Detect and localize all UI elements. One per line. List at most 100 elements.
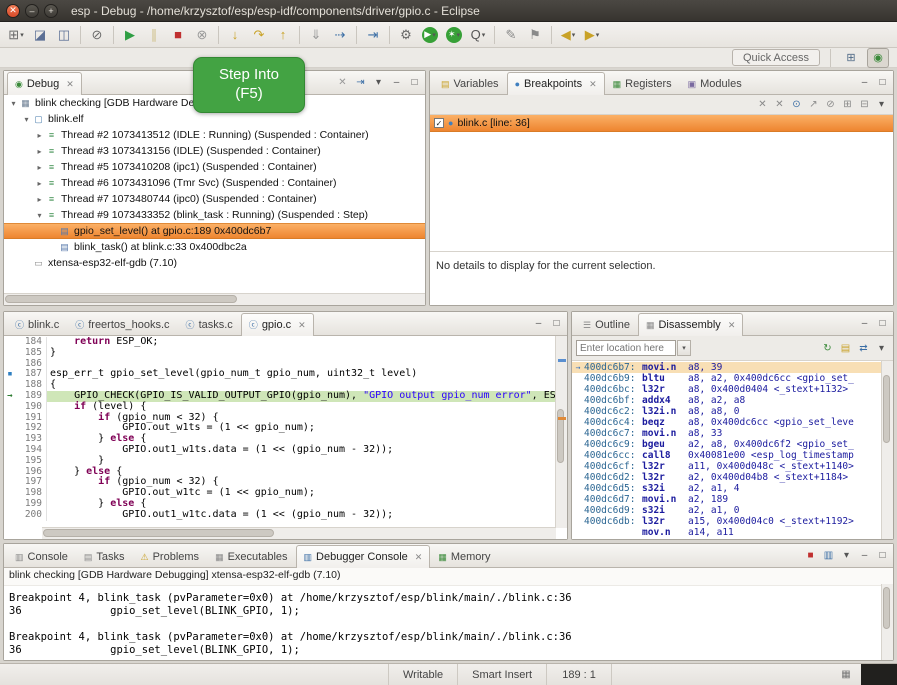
scrollbar-thumb[interactable] xyxy=(43,529,274,537)
open-task-icon[interactable]: ✎ xyxy=(500,24,522,46)
code-editor[interactable]: 184 return ESP_OK;185}186▪187esp_err_t g… xyxy=(4,336,567,539)
step-return-icon[interactable]: ↑ xyxy=(272,24,294,46)
use-step-filters-icon[interactable]: ⇥ xyxy=(362,24,384,46)
debug-tree-item[interactable]: ▭xtensa-esp32-elf-gdb (7.10) xyxy=(4,255,425,271)
debug-tree-item[interactable]: ▤blink_task() at blink.c:33 0x400dbc2a xyxy=(4,239,425,255)
view-menu-icon[interactable]: ▾ xyxy=(371,74,386,90)
expander-collapsed-icon[interactable]: ▸ xyxy=(34,163,45,172)
minimize-panel-icon[interactable]: – xyxy=(857,315,872,331)
disassembly-line[interactable]: 400dc6d5:s32ia2, a1, 4 xyxy=(572,483,882,494)
editor-vertical-scrollbar[interactable] xyxy=(555,336,567,528)
debug-tree-item[interactable]: ▸≡Thread #6 1073431096 (Tmr Svc) (Suspen… xyxy=(4,175,425,191)
disassembly-line[interactable]: 400dc6d9:s32ia2, a1, 0 xyxy=(572,505,882,516)
debug-horizontal-scrollbar[interactable] xyxy=(4,293,425,305)
step-into-icon[interactable]: ↓ xyxy=(224,24,246,46)
go-to-file-for-breakpoint-icon[interactable]: ↗ xyxy=(806,97,821,113)
disconnect-icon[interactable]: ⊗ xyxy=(191,24,213,46)
tab-registers[interactable]: ▦ Registers xyxy=(605,73,680,94)
view-menu-icon[interactable]: ▾ xyxy=(874,97,889,113)
resume-icon[interactable]: ▶ xyxy=(119,24,141,46)
tab-debug[interactable]: ◉ Debug ✕ xyxy=(7,72,82,95)
maximize-panel-icon[interactable]: □ xyxy=(875,547,890,563)
maximize-panel-icon[interactable]: □ xyxy=(875,74,890,90)
tab-disassembly[interactable]: ▦ Disassembly ✕ xyxy=(638,313,743,336)
expander-collapsed-icon[interactable]: ▸ xyxy=(34,147,45,156)
debug-perspective-button[interactable]: ◉ xyxy=(867,48,889,68)
overview-marker-annotation[interactable] xyxy=(558,359,566,362)
expander-collapsed-icon[interactable]: ▸ xyxy=(34,195,45,204)
maximize-panel-icon[interactable]: □ xyxy=(407,74,422,90)
show-breakpoints-for-selection-icon[interactable]: ⊙ xyxy=(789,97,804,113)
search-icon[interactable]: Q▾ xyxy=(467,24,489,46)
window-minimize-button[interactable]: – xyxy=(25,4,39,18)
save-icon[interactable]: ◪ xyxy=(29,24,51,46)
open-perspective-icon[interactable]: ⊞ xyxy=(841,49,861,67)
debug-tree-item[interactable]: ▸≡Thread #5 1073410208 (ipc1) (Suspended… xyxy=(4,159,425,175)
tab-outline[interactable]: ☰ Outline xyxy=(575,314,638,335)
tab-executables[interactable]: ▦ Executables xyxy=(207,546,295,567)
maximize-panel-icon[interactable]: □ xyxy=(549,315,564,331)
debug-tree-item[interactable]: ▸≡Thread #3 1073413156 (IDLE) (Suspended… xyxy=(4,143,425,159)
debug-tree-item[interactable]: ▸≡Thread #2 1073413512 (IDLE : Running) … xyxy=(4,127,425,143)
tab-tasks-c[interactable]: ⓒ tasks.c xyxy=(178,314,241,335)
tab-gpio-c[interactable]: ⓒ gpio.c ✕ xyxy=(241,313,314,336)
disassembly-line[interactable]: mov.na14, a11 xyxy=(572,527,882,538)
disassembly-line[interactable]: 400dc6d2:l32ra2, 0x400d04b8 <_stext+1184… xyxy=(572,472,882,483)
scrollbar-thumb[interactable] xyxy=(883,587,890,629)
overview-marker-current-line[interactable] xyxy=(558,417,566,420)
breakpoint-checkbox[interactable]: ✓ xyxy=(434,118,444,128)
location-dropdown-icon[interactable]: ▾ xyxy=(677,340,691,356)
terminate-icon[interactable]: ■ xyxy=(167,24,189,46)
debug-tree-item[interactable]: ▸≡Thread #7 1073480744 (ipc0) (Suspended… xyxy=(4,191,425,207)
code-line[interactable]: 185} xyxy=(4,348,556,359)
remove-terminated-icon[interactable]: ✕ xyxy=(335,74,350,90)
tab-memory[interactable]: ▦ Memory xyxy=(430,546,498,567)
quick-access-button[interactable]: Quick Access xyxy=(732,49,820,66)
run-icon[interactable]: ▶▾ xyxy=(422,27,438,43)
disassembly-line[interactable]: 400dc6c2:l32i.na8, a8, 0 xyxy=(572,406,882,417)
view-menu-icon[interactable]: ▾ xyxy=(874,340,889,356)
open-console-dropdown-icon[interactable]: ▾ xyxy=(839,547,854,563)
expander-expanded-icon[interactable]: ▾ xyxy=(34,211,45,220)
tab-variables[interactable]: ▤ Variables xyxy=(433,73,507,94)
expander-collapsed-icon[interactable]: ▸ xyxy=(34,131,45,140)
close-tab-icon[interactable]: ✕ xyxy=(415,552,423,563)
debug-icon[interactable]: ✶▾ xyxy=(446,27,462,43)
minimize-panel-icon[interactable]: – xyxy=(857,74,872,90)
expand-all-icon[interactable]: ⊞ xyxy=(840,97,855,113)
minimize-panel-icon[interactable]: – xyxy=(857,547,872,563)
instruction-stepping-icon[interactable]: ⇢ xyxy=(329,24,351,46)
close-tab-icon[interactable]: ✕ xyxy=(298,320,306,331)
settings-icon[interactable]: ⚙ xyxy=(395,24,417,46)
suspend-icon[interactable]: ∥ xyxy=(143,24,165,46)
tab-problems[interactable]: ⚠ Problems xyxy=(133,546,208,567)
forward-icon[interactable]: ▶▾ xyxy=(581,24,603,46)
remove-all-breakpoints-icon[interactable]: ✕ xyxy=(772,97,787,113)
console-vertical-scrollbar[interactable] xyxy=(881,584,893,660)
step-filters-icon[interactable]: ⇥ xyxy=(353,74,368,90)
disassembly-line[interactable]: 400dc6c4:beqza8, 0x400dc6cc <gpio_set_le… xyxy=(572,417,882,428)
code-line[interactable]: 200 GPIO.out1_w1tc.data = (1 << (gpio_nu… xyxy=(4,510,556,521)
display-selected-console-icon[interactable]: ▥ xyxy=(821,547,836,563)
disassembly-vertical-scrollbar[interactable] xyxy=(881,361,893,539)
tab-breakpoints[interactable]: ● Breakpoints ✕ xyxy=(507,72,605,95)
disassembly-line[interactable]: 400dc6db:l32ra15, 0x400d04c0 <_stext+119… xyxy=(572,516,882,527)
close-tab-icon[interactable]: ✕ xyxy=(66,79,74,90)
step-over-icon[interactable]: ↷ xyxy=(248,24,270,46)
disassembly-line[interactable]: →400dc6b7:movi.na8, 39 xyxy=(572,362,882,373)
disassembly-line[interactable]: 400dc6bc:l32ra8, 0x400d0404 <_stext+1132… xyxy=(572,384,882,395)
editor-horizontal-scrollbar[interactable] xyxy=(42,527,556,539)
tab-blink-c[interactable]: ⓒ blink.c xyxy=(7,314,67,335)
tab-debugger-console[interactable]: ▥ Debugger Console ✕ xyxy=(296,545,431,568)
skip-all-breakpoints-icon[interactable]: ⊘ xyxy=(823,97,838,113)
new-wizard-icon[interactable]: ⊞▾ xyxy=(5,24,27,46)
debug-tree-item[interactable]: ▾≡Thread #9 1073433352 (blink_task : Run… xyxy=(4,207,425,223)
tab-freertos-hooks-c[interactable]: ⓒ freertos_hooks.c xyxy=(67,314,177,335)
save-all-icon[interactable]: ◫ xyxy=(53,24,75,46)
show-source-icon[interactable]: ▤ xyxy=(838,340,853,356)
disassembly-line[interactable]: 400dc6bf:addx4a8, a2, a8 xyxy=(572,395,882,406)
terminate-console-icon[interactable]: ■ xyxy=(803,547,818,563)
pin-editor-icon[interactable]: ⚑ xyxy=(524,24,546,46)
skip-all-breakpoints-icon[interactable]: ⊘ xyxy=(86,24,108,46)
back-icon[interactable]: ◀▾ xyxy=(557,24,579,46)
